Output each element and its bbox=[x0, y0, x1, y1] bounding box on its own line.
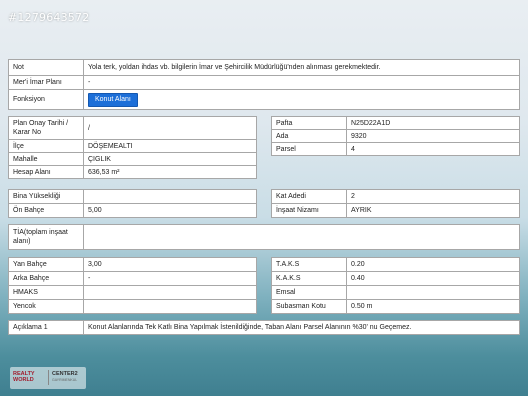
fonksiyon-cell: Konut Alanı bbox=[83, 89, 520, 110]
mahalle-value: ÇIGLIK bbox=[83, 152, 257, 166]
taks-label: T.A.K.S bbox=[271, 257, 347, 272]
logo-brand: CENTER2 bbox=[52, 371, 78, 377]
emsal-label: Emsal bbox=[271, 285, 347, 300]
parsel-value: 4 bbox=[346, 142, 520, 156]
pafta-label: Pafta bbox=[271, 116, 347, 130]
kat-adedi-label: Kat Adedi bbox=[271, 189, 347, 204]
ilce-label: İlçe bbox=[8, 139, 84, 153]
meri-imar-value: - bbox=[83, 75, 520, 90]
parsel-label: Parsel bbox=[271, 142, 347, 156]
subasman-kotu-value: 0.50 m bbox=[346, 299, 520, 314]
hmaks-label: HMAKS bbox=[8, 285, 84, 300]
realty-world-logo-text: REALTY WORLD bbox=[13, 371, 35, 383]
plan-onay-label: Plan Onay Tarihi / Karar No bbox=[8, 116, 84, 140]
agency-logo: REALTY WORLD CENTER2 GAYRIMENKUL bbox=[10, 367, 86, 389]
konut-alani-button[interactable]: Konut Alanı bbox=[88, 92, 138, 107]
not-label: Not bbox=[8, 59, 84, 76]
fonksiyon-label: Fonksiyon bbox=[8, 89, 84, 110]
plan-onay-value: / bbox=[83, 116, 257, 140]
location-table: Plan Onay Tarihi / Karar No / İlçe DÖŞEM… bbox=[8, 116, 257, 179]
kaks-label: K.A.K.S bbox=[271, 271, 347, 286]
hmaks-value bbox=[83, 285, 257, 300]
hesap-alani-label: Hesap Alanı bbox=[8, 165, 84, 179]
subasman-kotu-label: Subasman Kotu bbox=[271, 299, 347, 314]
yencok-value bbox=[83, 299, 257, 314]
ilce-value: DÖŞEMEALTI bbox=[83, 139, 257, 153]
insaat-nizami-value: AYRIK bbox=[346, 203, 520, 218]
tia-table: TİA(toplam inşaat alanı) bbox=[8, 224, 520, 250]
taks-value: 0.20 bbox=[346, 257, 520, 272]
floors-table: Kat Adedi 2 İnşaat Nizamı AYRIK bbox=[271, 189, 520, 218]
ada-label: Ada bbox=[271, 129, 347, 143]
arka-bahce-label: Arka Bahçe bbox=[8, 271, 84, 286]
yan-bahce-label: Yan Bahçe bbox=[8, 257, 84, 272]
logo-divider bbox=[48, 370, 49, 385]
not-value: Yola terk, yoldan ihdas vb. bilgilerin İ… bbox=[83, 59, 520, 76]
parcel-table: Pafta N25D22A1D Ada 9320 Parsel 4 bbox=[271, 116, 520, 156]
aciklama-table: Açıklama 1 Konut Alanlarında Tek Katlı B… bbox=[8, 320, 520, 335]
emsal-value bbox=[346, 285, 520, 300]
ada-value: 9320 bbox=[346, 129, 520, 143]
tia-label: TİA(toplam inşaat alanı) bbox=[8, 224, 84, 250]
watermark-id: #1279643572 bbox=[8, 11, 90, 24]
imar-notes-table: Not Yola terk, yoldan ihdas vb. bilgiler… bbox=[8, 59, 520, 110]
logo-line2: WORLD bbox=[13, 377, 34, 383]
logo-sub: GAYRIMENKUL bbox=[52, 378, 78, 382]
height-table: Bina Yüksekliği Ön Bahçe 5,00 bbox=[8, 189, 257, 218]
setback-table: Yan Bahçe 3,00 Arka Bahçe - HMAKS Yencok bbox=[8, 257, 257, 314]
insaat-nizami-label: İnşaat Nizamı bbox=[271, 203, 347, 218]
hesap-alani-value: 636,53 m² bbox=[83, 165, 257, 179]
kat-adedi-value: 2 bbox=[346, 189, 520, 204]
on-bahce-label: Ön Bahçe bbox=[8, 203, 84, 218]
coefficients-table: T.A.K.S 0.20 K.A.K.S 0.40 Emsal Subasman… bbox=[271, 257, 520, 314]
bina-yuksekligi-label: Bina Yüksekliği bbox=[8, 189, 84, 204]
yan-bahce-value: 3,00 bbox=[83, 257, 257, 272]
tia-value bbox=[83, 224, 520, 250]
on-bahce-value: 5,00 bbox=[83, 203, 257, 218]
mahalle-label: Mahalle bbox=[8, 152, 84, 166]
aciklama-value: Konut Alanlarında Tek Katlı Bina Yapılma… bbox=[83, 320, 520, 335]
bina-yuksekligi-value bbox=[83, 189, 257, 204]
yencok-label: Yencok bbox=[8, 299, 84, 314]
meri-imar-label: Mer'i İmar Planı bbox=[8, 75, 84, 90]
kaks-value: 0.40 bbox=[346, 271, 520, 286]
arka-bahce-value: - bbox=[83, 271, 257, 286]
aciklama-label: Açıklama 1 bbox=[8, 320, 84, 335]
pafta-value: N25D22A1D bbox=[346, 116, 520, 130]
